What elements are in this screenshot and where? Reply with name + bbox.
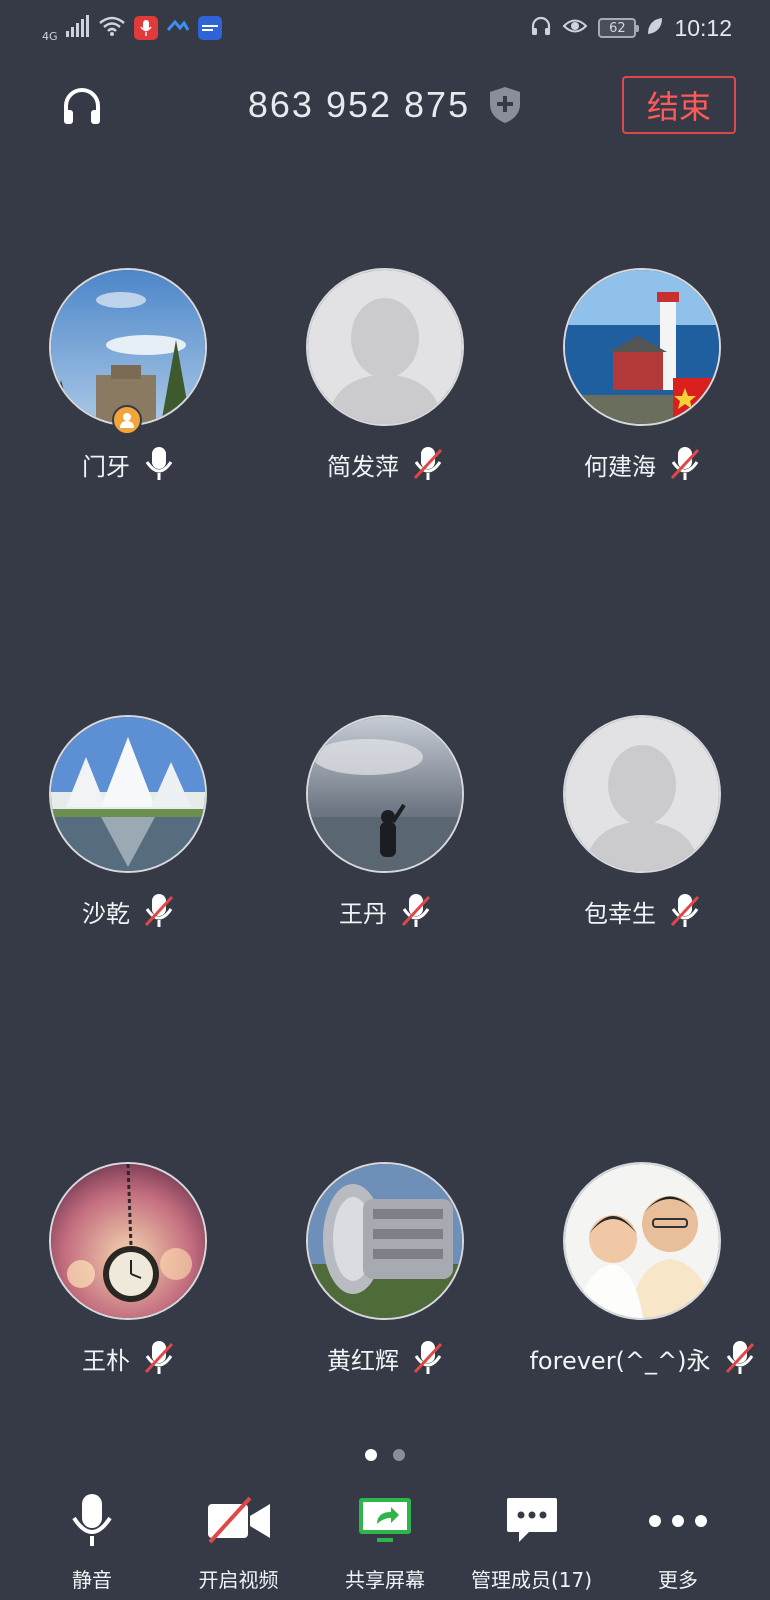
- default-user-avatar-icon: [308, 270, 462, 424]
- microphone-icon: [70, 1490, 114, 1552]
- participant-tile[interactable]: 王丹: [256, 715, 514, 1162]
- participant-tile[interactable]: 门牙: [0, 268, 256, 715]
- video-label: 开启视频: [198, 1568, 279, 1592]
- meeting-id[interactable]: 863 952 875: [248, 84, 470, 126]
- participant-name-row: 王朴: [82, 1338, 174, 1378]
- participant-name-row: 简发萍: [327, 444, 443, 484]
- participant-tile[interactable]: 何建海: [514, 268, 770, 715]
- start-video-button[interactable]: 开启视频: [169, 1490, 309, 1600]
- status-left: 4G: [42, 14, 222, 43]
- meeting-header: 863 952 875 结束: [0, 56, 770, 152]
- participant-avatar: [49, 268, 207, 426]
- participant-avatar: [563, 1162, 721, 1320]
- participant-name: 王朴: [82, 1346, 130, 1375]
- battery-indicator: 62: [598, 18, 640, 38]
- participant-avatar: [49, 1162, 207, 1320]
- news-app-icon: [197, 16, 222, 40]
- meeting-toolbar: 静音 开启视频 共享屏幕 管理成员(17) 更多: [0, 1490, 770, 1600]
- participant-name: 包幸生: [584, 899, 656, 928]
- mute-label: 静音: [72, 1568, 112, 1592]
- microphone-muted-icon: [670, 446, 700, 482]
- father-son-photo: [565, 1164, 719, 1318]
- participant-name-row: 何建海: [584, 444, 700, 484]
- page-dot-active[interactable]: [365, 1449, 377, 1461]
- microphone-on-icon: [144, 446, 174, 482]
- participant-name: 黄红辉: [327, 1346, 399, 1375]
- participant-name: 门牙: [82, 452, 130, 481]
- end-meeting-button[interactable]: 结束: [622, 76, 736, 134]
- participant-name-row: 包幸生: [584, 891, 700, 931]
- share-label: 共享屏幕: [345, 1568, 425, 1592]
- manage-members-button[interactable]: 管理成员(17): [462, 1490, 602, 1600]
- participant-name-row: 王丹: [339, 891, 431, 931]
- chat-members-icon: [505, 1490, 559, 1552]
- engine-photo: [308, 1164, 462, 1318]
- microphone-muted-icon: [725, 1340, 755, 1376]
- participant-avatar: [49, 715, 207, 873]
- microphone-muted-icon: [413, 1340, 443, 1376]
- participant-avatar: [306, 268, 464, 426]
- participant-name-row: 门牙: [82, 444, 174, 484]
- battery-level: 62: [609, 20, 626, 36]
- lighthouse-photo: [565, 270, 719, 424]
- page-indicator[interactable]: [0, 1449, 770, 1461]
- sea-person-photo: [308, 717, 462, 871]
- meeting-app-icon: [166, 18, 190, 38]
- participant-name-row: 沙乾: [82, 891, 174, 931]
- participant-name: 何建海: [584, 452, 656, 481]
- participant-tile[interactable]: 沙乾: [0, 715, 256, 1162]
- microphone-muted-icon: [144, 1340, 174, 1376]
- more-button[interactable]: 更多: [608, 1490, 748, 1600]
- more-label: 更多: [658, 1568, 698, 1592]
- participant-name: 沙乾: [82, 899, 130, 928]
- share-screen-button[interactable]: 共享屏幕: [315, 1490, 455, 1600]
- participant-name: forever(^_^)永: [529, 1346, 711, 1375]
- status-right: 62 10:12: [530, 15, 732, 42]
- recorder-app-icon: [133, 16, 158, 40]
- status-bar: 4G 62 10:12: [0, 0, 770, 56]
- more-dots-icon: [648, 1490, 708, 1552]
- microphone-muted-icon: [670, 893, 700, 929]
- clock: 10:12: [674, 14, 732, 41]
- participant-name-row: 黄红辉: [327, 1338, 443, 1378]
- microphone-muted-icon: [144, 893, 174, 929]
- participant-name: 简发萍: [327, 452, 399, 481]
- host-badge-icon: [112, 405, 142, 435]
- members-label: 管理成员(17): [470, 1568, 593, 1592]
- share-screen-icon: [357, 1490, 413, 1552]
- participant-grid: 门牙 简发萍 何建海 沙乾 王丹 包幸生 王朴 黄红辉 forever(^_^)…: [0, 268, 770, 1600]
- participant-avatar: [563, 715, 721, 873]
- microphone-muted-icon: [401, 893, 431, 929]
- participant-avatar: [306, 1162, 464, 1320]
- eye-comfort-icon: [562, 17, 588, 39]
- security-shield-icon[interactable]: [488, 85, 522, 125]
- mute-button[interactable]: 静音: [22, 1490, 162, 1600]
- page-dot[interactable]: [393, 1449, 405, 1461]
- pocket-watch-photo: [51, 1164, 205, 1318]
- participant-avatar: [306, 715, 464, 873]
- participant-name-row: forever(^_^)永: [529, 1338, 754, 1378]
- headphone-status-icon: [530, 15, 552, 41]
- white-temple-photo: [51, 717, 205, 871]
- wifi-icon: [98, 15, 126, 41]
- participant-name: 王丹: [339, 899, 387, 928]
- video-off-icon: [206, 1490, 272, 1552]
- network-label: 4G: [42, 29, 58, 43]
- default-user-avatar-icon: [565, 717, 719, 871]
- participant-avatar: [563, 268, 721, 426]
- participant-tile[interactable]: 简发萍: [256, 268, 514, 715]
- participant-tile[interactable]: 包幸生: [514, 715, 770, 1162]
- signal-icon: [65, 15, 90, 41]
- sky-building-photo: [51, 270, 205, 424]
- microphone-muted-icon: [413, 446, 443, 482]
- power-saving-leaf-icon: [646, 16, 664, 40]
